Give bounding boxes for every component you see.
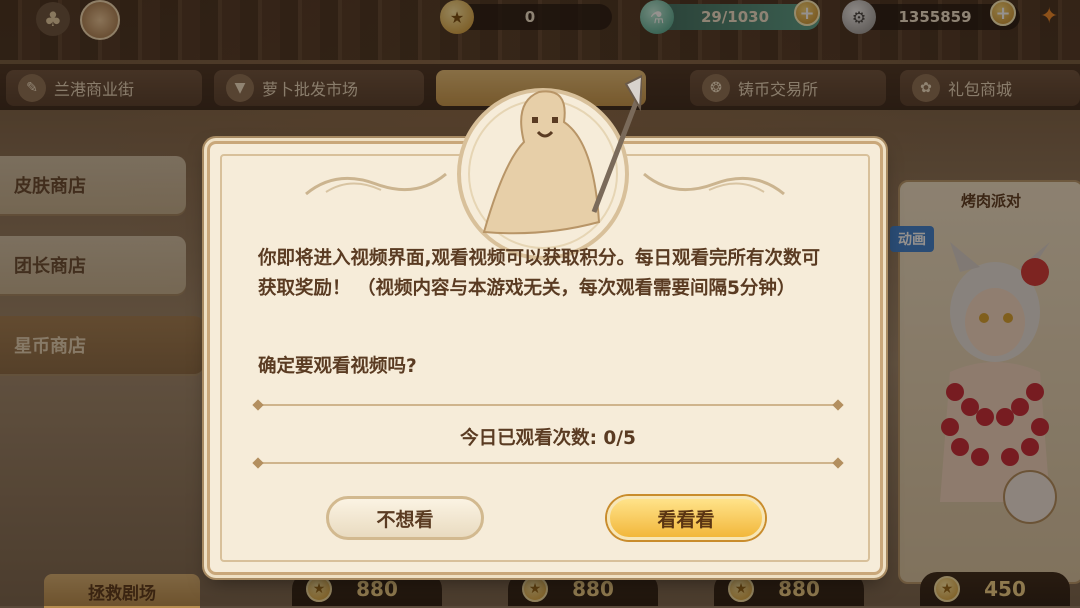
divider-top bbox=[258, 404, 838, 406]
divider-bottom bbox=[258, 462, 838, 464]
right-flourish-ornament bbox=[643, 172, 785, 196]
watch-count-text: 今日已观看次数: 0/5 bbox=[460, 428, 636, 449]
dialog-message: 你即将进入视频界面,观看视频可以获取积分。每日观看完所有次数可获取奖励！ （视频… bbox=[258, 248, 821, 299]
mascot-medallion-icon bbox=[457, 74, 642, 260]
left-flourish-ornament bbox=[305, 172, 447, 196]
dialog-confirm-question: 确定要观看视频吗? bbox=[258, 356, 417, 377]
cancel-button[interactable]: 不想看 bbox=[326, 496, 484, 540]
watch-video-button[interactable]: 看看看 bbox=[607, 496, 765, 540]
